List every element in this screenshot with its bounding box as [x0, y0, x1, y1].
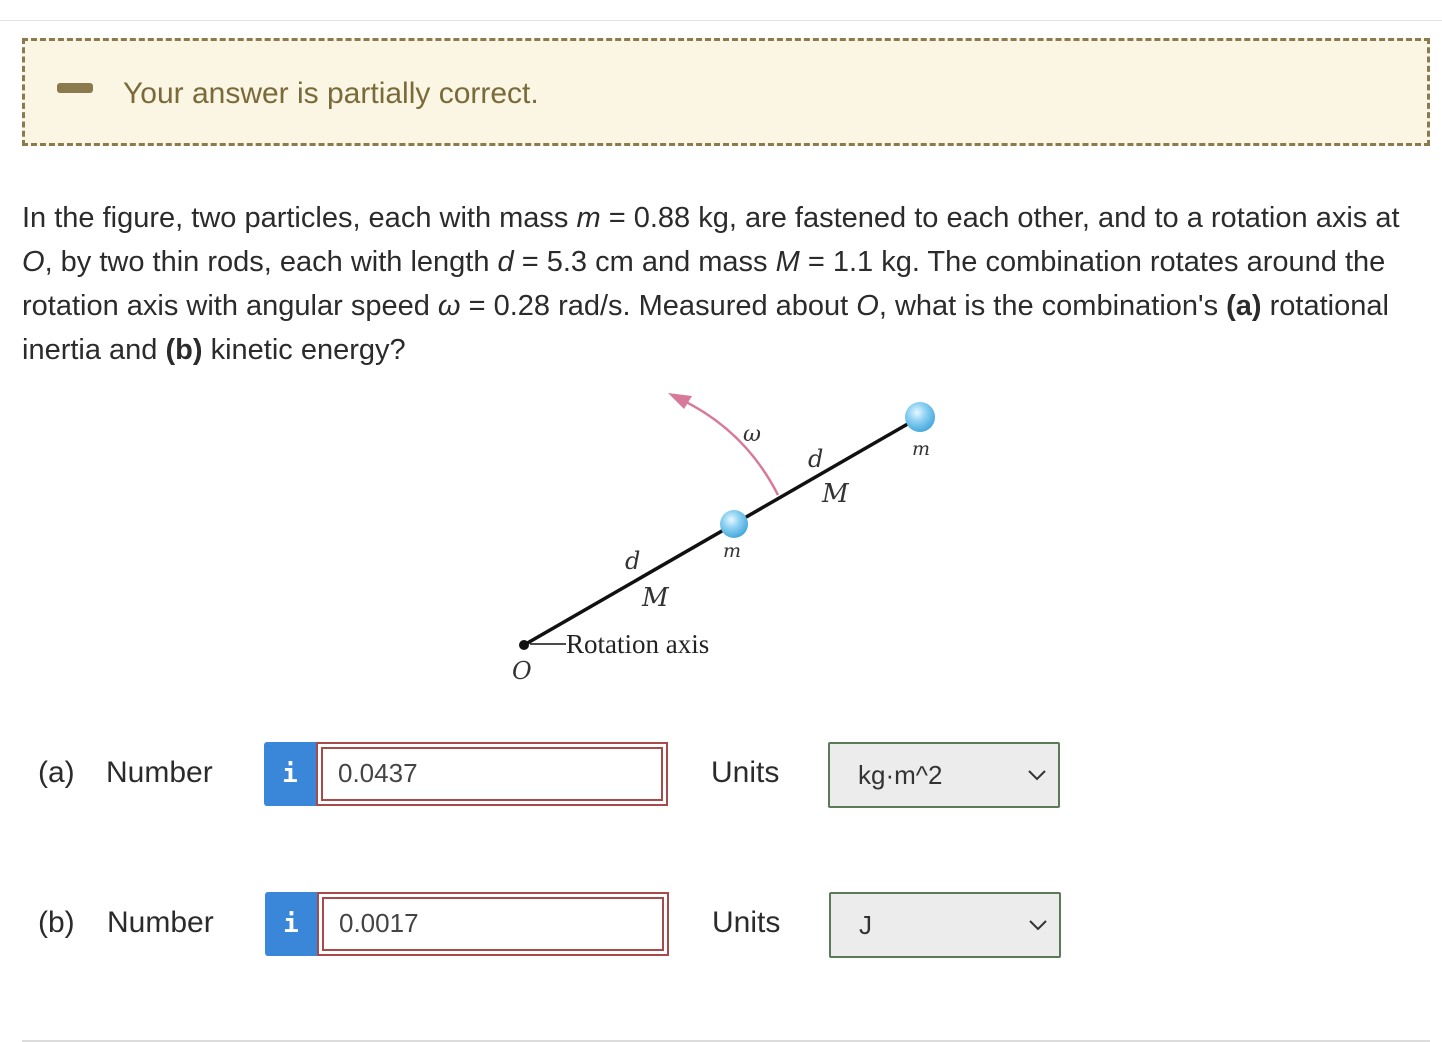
rotation-figure: ω d M m d M m Rotation axis O	[512, 393, 935, 685]
part-label: (b)	[38, 906, 75, 939]
origin-symbol: O	[856, 290, 879, 322]
chevron-down-icon	[1029, 920, 1047, 931]
feedback-message: Your answer is partially correct.	[123, 77, 539, 110]
axis-label: Rotation axis	[566, 629, 709, 659]
answer-row-b: (b) Number i Units J	[0, 892, 1442, 962]
number-label: Number	[106, 756, 213, 789]
origin-point	[519, 640, 529, 650]
origin-label: O	[512, 657, 532, 685]
d-outer-label: d	[808, 445, 823, 473]
particle-outer	[905, 402, 935, 432]
question-text-segment: kinetic energy?	[202, 334, 406, 366]
question-text-segment: In the figure, two particles, each with …	[22, 202, 577, 234]
omega-symbol: ω	[437, 290, 461, 322]
chevron-down-icon	[1028, 770, 1046, 781]
question-text-segment: , by two thin rods, each with length	[44, 246, 498, 278]
info-button[interactable]: i	[265, 892, 317, 956]
answer-input-b[interactable]	[337, 904, 641, 942]
particle-inner	[720, 510, 748, 538]
answer-field-a[interactable]	[316, 742, 668, 806]
question-text-segment: = 0.88 kg, are fastened to each other, a…	[600, 202, 1400, 234]
units-label: Units	[711, 756, 780, 789]
rod	[523, 416, 919, 647]
M-inner-label: M	[641, 583, 670, 613]
answer-row-a: (a) Number i Units kg·m^2	[0, 742, 1442, 812]
units-label: Units	[712, 906, 781, 939]
unit-dropdown-b[interactable]: J	[829, 892, 1061, 958]
d-inner-label: d	[625, 547, 640, 575]
part-a-marker: (a)	[1226, 290, 1262, 322]
M-outer-label: M	[821, 479, 850, 509]
unit-value: J	[859, 910, 872, 940]
question-text: In the figure, two particles, each with …	[22, 196, 1422, 372]
m-inner-label: m	[723, 540, 741, 562]
answer-field-b[interactable]	[317, 892, 669, 956]
unit-dropdown-a[interactable]: kg·m^2	[828, 742, 1060, 808]
omega-label: ω	[743, 422, 761, 447]
question-text-segment: = 0.28 rad/s. Measured about	[460, 290, 857, 322]
part-label: (a)	[38, 756, 75, 789]
origin-symbol: O	[22, 246, 45, 278]
question-text-segment: = 5.3 cm and mass	[513, 246, 776, 278]
top-divider	[0, 20, 1442, 21]
omega-arrow	[679, 397, 780, 496]
mass-symbol: m	[576, 202, 601, 234]
m-outer-label: m	[912, 438, 930, 460]
partial-icon	[57, 83, 93, 93]
omega-arrowhead	[668, 393, 692, 409]
unit-value: kg·m^2	[858, 760, 943, 790]
info-button[interactable]: i	[264, 742, 316, 806]
feedback-banner: Your answer is partially correct.	[22, 38, 1430, 146]
rod-mass-symbol: M	[775, 246, 800, 278]
part-b-marker: (b)	[165, 334, 203, 366]
length-symbol: d	[497, 246, 514, 278]
answer-input-a[interactable]	[336, 754, 640, 792]
number-label: Number	[107, 906, 214, 939]
question-text-segment: , what is the combination's	[878, 290, 1227, 322]
